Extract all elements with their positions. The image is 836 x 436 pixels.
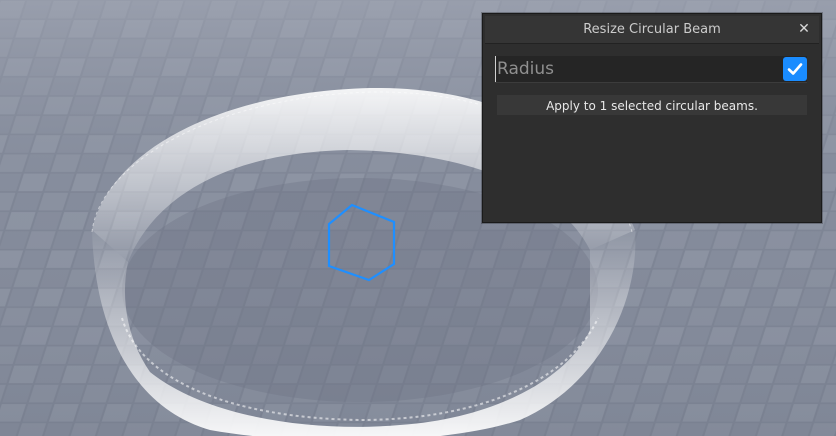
widget-title: Resize Circular Beam: [583, 22, 721, 37]
close-icon[interactable]: ✕: [795, 20, 813, 38]
apply-button[interactable]: Apply to 1 selected circular beams.: [497, 95, 807, 115]
radius-row: [495, 56, 807, 83]
widget-body: Apply to 1 selected circular beams.: [483, 44, 821, 222]
radius-input[interactable]: [495, 56, 779, 82]
apply-radius-checkbox[interactable]: [783, 57, 807, 81]
check-icon: [787, 63, 803, 75]
widget-titlebar[interactable]: Resize Circular Beam ✕: [485, 16, 819, 44]
resize-circular-beam-widget: Resize Circular Beam ✕ Apply to 1 select…: [482, 13, 822, 223]
